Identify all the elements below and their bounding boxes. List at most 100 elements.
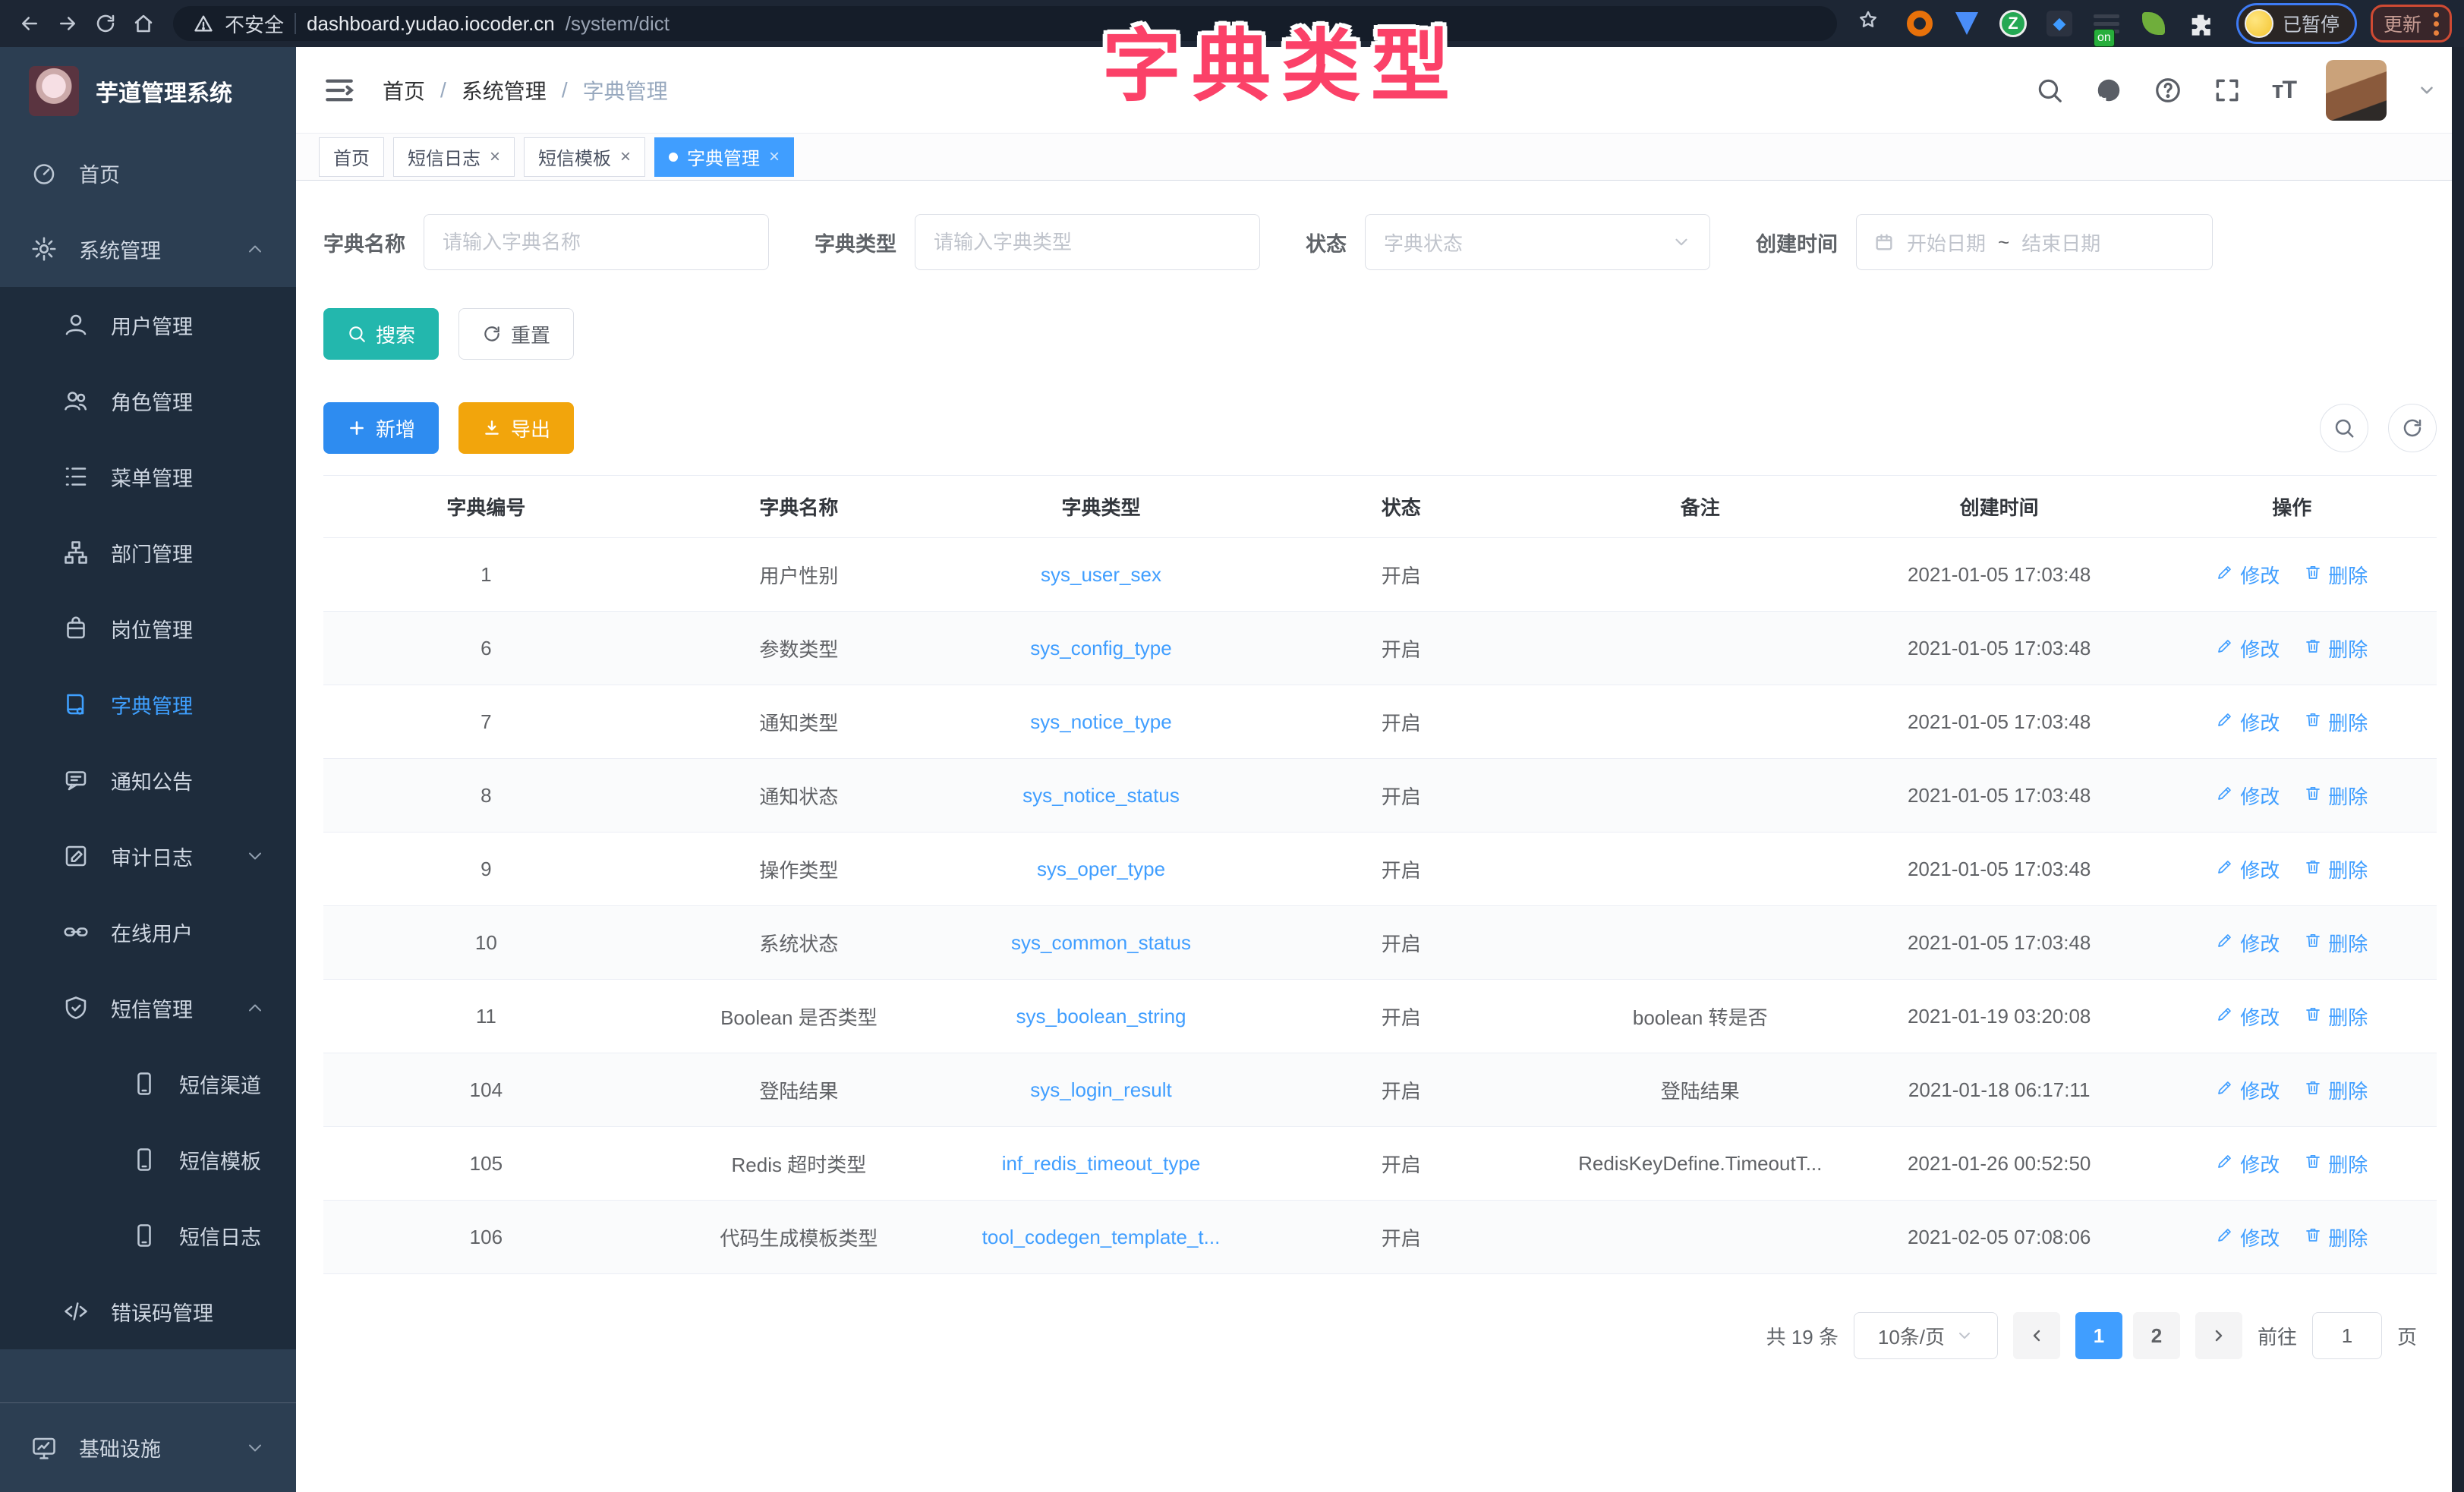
search-icon[interactable] — [2035, 76, 2064, 105]
view-tab-0[interactable]: 首页 — [319, 137, 384, 177]
dict-name-input[interactable] — [424, 214, 769, 270]
sidebar-item-phone-14[interactable]: 短信日志 — [0, 1198, 296, 1273]
avatar-caret-down-icon[interactable] — [2417, 80, 2437, 100]
reset-button[interactable]: 重置 — [458, 308, 574, 360]
extension-pixel-icon[interactable]: ◆ — [2045, 9, 2074, 38]
dict-type-link[interactable]: tool_codegen_template_t... — [982, 1226, 1221, 1248]
extension-gem-icon[interactable] — [1952, 9, 1981, 38]
next-page-button[interactable] — [2195, 1312, 2242, 1359]
delete-row-button[interactable]: 删除 — [2304, 708, 2368, 736]
delete-row-button[interactable]: 删除 — [2304, 855, 2368, 883]
table-refresh-icon[interactable] — [2388, 404, 2437, 452]
edit-row-button[interactable]: 修改 — [2216, 561, 2280, 589]
export-button[interactable]: 导出 — [458, 402, 574, 454]
sidebar-item-sms-shield-11[interactable]: 短信管理 — [0, 970, 296, 1046]
help-question-icon[interactable] — [2154, 76, 2182, 105]
add-button[interactable]: 新增 — [323, 402, 439, 454]
browser-reload-button[interactable] — [88, 6, 123, 41]
prev-page-button[interactable] — [2013, 1312, 2060, 1359]
tab-close-icon[interactable]: × — [490, 146, 500, 168]
sidebar-item-audit-log-9[interactable]: 审计日志 — [0, 818, 296, 894]
browser-forward-button[interactable] — [50, 6, 85, 41]
edit-row-button[interactable]: 修改 — [2216, 1076, 2280, 1104]
edit-row-button[interactable]: 修改 — [2216, 782, 2280, 810]
cell-name: 通知类型 — [649, 685, 949, 759]
browser-scrollbar[interactable] — [2452, 47, 2464, 1492]
view-tab-1[interactable]: 短信日志× — [393, 137, 515, 177]
sidebar-item-post-badge-6[interactable]: 岗位管理 — [0, 590, 296, 666]
dict-type-link[interactable]: sys_boolean_string — [1016, 1005, 1186, 1028]
edit-row-button[interactable]: 修改 — [2216, 1003, 2280, 1031]
sidebar-item-phone-12[interactable]: 短信渠道 — [0, 1046, 296, 1122]
bookmark-star-icon[interactable] — [1857, 8, 1887, 39]
view-tab-2[interactable]: 短信模板× — [524, 137, 645, 177]
status-select[interactable]: 字典状态 — [1365, 214, 1710, 270]
sidebar-item-dict-book-7[interactable]: 字典管理 — [0, 666, 296, 742]
sidebar-toggle-hamburger-icon[interactable] — [323, 74, 355, 106]
delete-row-button[interactable]: 删除 — [2304, 634, 2368, 663]
search-button[interactable]: 搜索 — [323, 308, 439, 360]
dict-type-link[interactable]: inf_redis_timeout_type — [1002, 1152, 1201, 1175]
sidebar-item-org-tree-5[interactable]: 部门管理 — [0, 515, 296, 590]
delete-row-button[interactable]: 删除 — [2304, 929, 2368, 957]
breadcrumb-item-1[interactable]: 系统管理 — [462, 75, 547, 105]
tab-close-icon[interactable]: × — [769, 146, 780, 168]
tab-close-icon[interactable]: × — [620, 146, 631, 168]
sidebar-item-online-user-10[interactable]: 在线用户 — [0, 894, 296, 970]
date-range-picker[interactable]: 开始日期 ~ 结束日期 — [1856, 214, 2213, 270]
browser-menu-kebab-icon[interactable] — [2434, 12, 2439, 36]
sidebar-item-monitor-16[interactable]: 基础设施 — [0, 1402, 296, 1492]
view-tab-3[interactable]: 字典管理× — [654, 137, 794, 177]
sidebar-item-gear-1[interactable]: 系统管理 — [0, 211, 296, 287]
sidebar-item-phone-13[interactable]: 短信模板 — [0, 1122, 296, 1198]
page-button-2[interactable]: 2 — [2133, 1312, 2180, 1359]
browser-update-button[interactable]: 更新 — [2371, 5, 2452, 42]
delete-row-button[interactable]: 删除 — [2304, 1223, 2368, 1251]
table-search-toggle-icon[interactable] — [2320, 404, 2368, 452]
extension-leaf-icon[interactable] — [2139, 9, 2168, 38]
dict-type-link[interactable]: sys_oper_type — [1037, 858, 1165, 880]
edit-row-button[interactable]: 修改 — [2216, 634, 2280, 663]
sidebar-item-code-15[interactable]: 错误码管理 — [0, 1273, 296, 1349]
breadcrumb-item-0[interactable]: 首页 — [383, 75, 425, 105]
dict-type-link[interactable]: sys_notice_status — [1022, 784, 1180, 807]
browser-profile-pill[interactable]: 已暂停 — [2236, 3, 2357, 44]
extension-green-icon[interactable]: Z — [1999, 10, 2027, 37]
user-avatar[interactable] — [2326, 60, 2387, 121]
extension-tampermonkey-icon[interactable]: on — [2092, 9, 2121, 38]
delete-row-button[interactable]: 删除 — [2304, 1076, 2368, 1104]
sidebar-item-user-2[interactable]: 用户管理 — [0, 287, 296, 363]
page-size-select[interactable]: 10条/页 — [1854, 1312, 1998, 1359]
sidebar-item-menu-list-4[interactable]: 菜单管理 — [0, 439, 296, 515]
github-icon[interactable] — [2094, 76, 2123, 105]
not-secure-label[interactable]: 不安全 — [225, 10, 284, 38]
font-size-icon[interactable]: тT — [2272, 76, 2295, 104]
edit-row-button[interactable]: 修改 — [2216, 1150, 2280, 1178]
delete-row-button[interactable]: 删除 — [2304, 1150, 2368, 1178]
page-button-1[interactable]: 1 — [2075, 1312, 2122, 1359]
delete-row-button[interactable]: 删除 — [2304, 561, 2368, 589]
goto-page-input[interactable] — [2312, 1312, 2382, 1359]
dict-type-input[interactable] — [915, 214, 1260, 270]
dict-type-link[interactable]: sys_config_type — [1030, 637, 1171, 659]
sidebar-item-dashboard-0[interactable]: 首页 — [0, 135, 296, 211]
extensions-puzzle-icon[interactable] — [2186, 9, 2215, 38]
delete-row-button[interactable]: 删除 — [2304, 1003, 2368, 1031]
sidebar-item-users-3[interactable]: 角色管理 — [0, 363, 296, 439]
edit-row-button[interactable]: 修改 — [2216, 929, 2280, 957]
delete-row-button[interactable]: 删除 — [2304, 782, 2368, 810]
dict-type-link[interactable]: sys_login_result — [1030, 1078, 1171, 1101]
extension-orange-icon[interactable] — [1905, 9, 1934, 38]
fullscreen-icon[interactable] — [2213, 76, 2242, 105]
dict-type-link[interactable]: sys_user_sex — [1041, 563, 1161, 586]
edit-row-button[interactable]: 修改 — [2216, 708, 2280, 736]
browser-back-button[interactable] — [12, 6, 47, 41]
sidebar-item-announcement-8[interactable]: 通知公告 — [0, 742, 296, 818]
dict-type-link[interactable]: sys_common_status — [1011, 931, 1191, 954]
sidebar-logo-row[interactable]: 芋道管理系统 — [0, 47, 296, 135]
dict-type-link[interactable]: sys_notice_type — [1030, 710, 1171, 733]
edit-row-button[interactable]: 修改 — [2216, 1223, 2280, 1251]
edit-row-button[interactable]: 修改 — [2216, 855, 2280, 883]
browser-home-button[interactable] — [126, 6, 161, 41]
address-bar[interactable]: 不安全 dashboard.yudao.iocoder.cn/system/di… — [173, 6, 1837, 41]
